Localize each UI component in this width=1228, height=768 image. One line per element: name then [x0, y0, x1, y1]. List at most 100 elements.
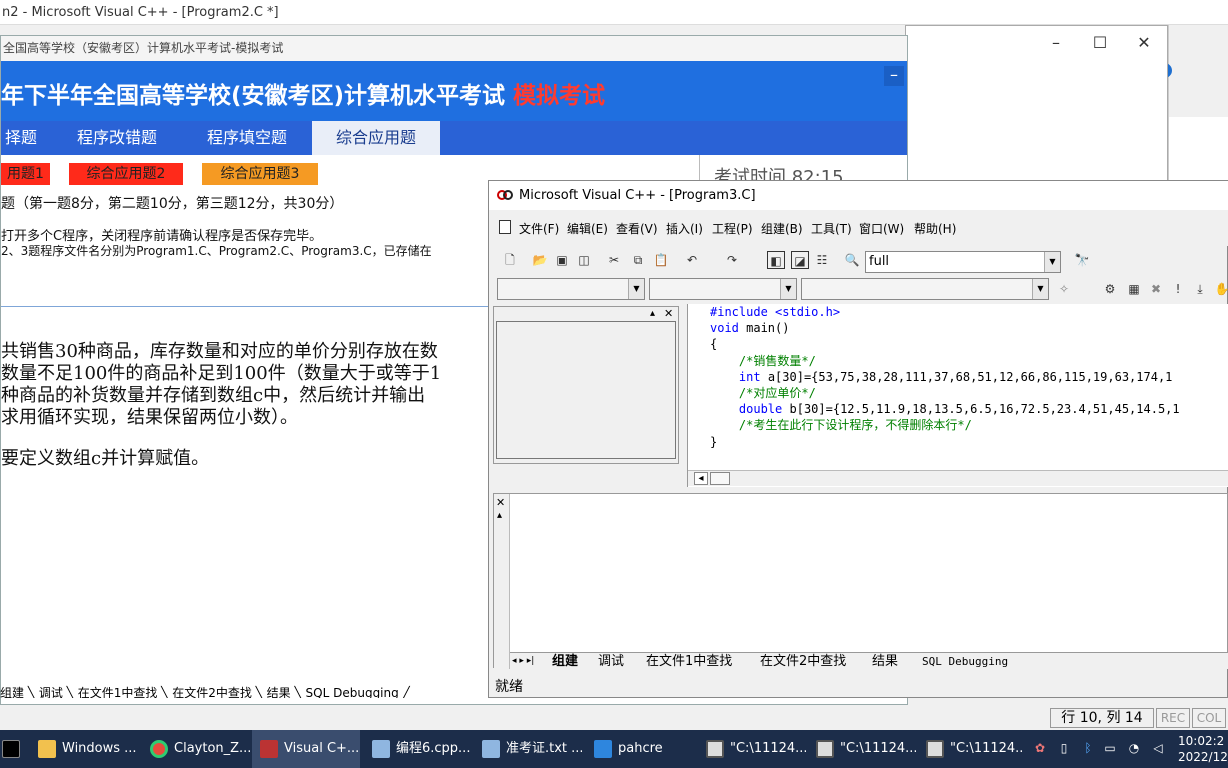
- code-line-6: /*对应单价*/: [710, 386, 816, 401]
- question-button-3[interactable]: 综合应用题3: [202, 163, 318, 185]
- output-tab-sql-debugging[interactable]: SQL Debugging: [922, 653, 1008, 670]
- window-list-icon[interactable]: ☷: [813, 251, 831, 269]
- undo-icon[interactable]: ↶: [683, 251, 701, 269]
- save-icon[interactable]: ▣: [553, 251, 571, 269]
- go-icon[interactable]: ⤓: [1191, 280, 1209, 298]
- code-line-7: double b[30]={12.5,11.9,18,13.5,6.5,16,7…: [710, 401, 1180, 417]
- class-combo[interactable]: ▼: [497, 278, 645, 300]
- chevron-down-icon[interactable]: ▼: [1044, 252, 1060, 272]
- menu-help[interactable]: 帮助(H): [914, 220, 956, 237]
- chevron-down-icon[interactable]: ▼: [628, 279, 644, 299]
- vc-toolbar-wizard: ▼ ▼ ▼ ✧ ⚙ ▦ ✖ ! ⤓ ✋: [489, 276, 1228, 304]
- output-pane[interactable]: ✕ ▴ ◂ ▸ ▸| 组建 调试 在文件1中查找 在文件2中查找 结果 SQL …: [493, 493, 1228, 670]
- stop-build-icon[interactable]: ✖: [1147, 280, 1165, 298]
- network-icon[interactable]: ◔: [1126, 740, 1142, 756]
- taskbar-item-cpp-file[interactable]: 编程6.cpp...: [364, 730, 472, 768]
- code-line-10: }: [710, 434, 718, 449]
- compile-icon[interactable]: ⚙: [1101, 280, 1119, 298]
- tab-program-fill[interactable]: 程序填空题: [191, 121, 303, 155]
- scroll-left-icon[interactable]: ◂: [694, 472, 708, 485]
- bluetooth-icon[interactable]: ᛒ: [1080, 740, 1096, 756]
- vc-window-title: Microsoft Visual C++ - [Program3.C]: [489, 181, 1228, 210]
- menu-tools[interactable]: 工具(T): [811, 220, 852, 237]
- question-text-line-4: 求用循环实现，结果保留两位小数）。: [1, 407, 298, 428]
- battery-icon[interactable]: ▭: [1102, 740, 1118, 756]
- member-combo[interactable]: ▼: [801, 278, 1049, 300]
- pane-scroll-up-icon[interactable]: ▴: [650, 308, 655, 319]
- tab-program-correction[interactable]: 程序改错题: [61, 121, 173, 155]
- exam-banner: 年下半年全国高等学校(安徽考区)计算机水平考试 模拟考试: [1, 61, 907, 121]
- workspace-tree[interactable]: [496, 321, 676, 459]
- config-combo[interactable]: full ▼: [865, 251, 1061, 273]
- paste-icon[interactable]: 📋: [652, 251, 670, 269]
- taskbar-item-explorer[interactable]: Windows ...: [30, 730, 138, 768]
- copy-icon[interactable]: ⧉: [629, 251, 647, 269]
- code-line-3: {: [710, 337, 718, 352]
- output-tab-build[interactable]: 组建: [552, 653, 578, 670]
- output-scroll-up-icon[interactable]: ▴: [497, 510, 502, 521]
- menu-file[interactable]: 文件(F): [519, 220, 559, 237]
- taskbar-label: 编程6.cpp...: [396, 741, 471, 756]
- code-text-span: b[30]={12.5,11.9,18,13.5,6.5,16,72.5,23.…: [782, 402, 1180, 417]
- menu-doc-icon: [499, 220, 511, 234]
- volume-icon[interactable]: ◁: [1150, 740, 1166, 756]
- minimize-icon[interactable]: –: [1046, 34, 1066, 52]
- exam-minimize-button[interactable]: –: [884, 66, 904, 86]
- taskbar-clock[interactable]: 10:02:2 2022/12/: [1178, 730, 1228, 768]
- menu-view[interactable]: 查看(V): [616, 220, 658, 237]
- build-icon[interactable]: ▦: [1125, 280, 1143, 298]
- filter-combo[interactable]: ▼: [649, 278, 797, 300]
- output-tab-find1[interactable]: 在文件1中查找: [646, 653, 732, 670]
- taskbar-cmd[interactable]: [0, 730, 22, 768]
- question-button-1[interactable]: 用题1: [1, 163, 50, 185]
- find-icon[interactable]: 🔭: [1073, 251, 1091, 269]
- taskbar-label: Visual C+...: [284, 741, 360, 756]
- code-editor[interactable]: #include <stdio.h> void main(){ /*销售数量*/ …: [687, 304, 1228, 487]
- taskbar-label: pahcre: [618, 741, 663, 756]
- pane-close-icon[interactable]: ✕: [664, 307, 673, 320]
- code-text[interactable]: #include <stdio.h> void main(){ /*销售数量*/ …: [710, 304, 1180, 450]
- find-in-files-icon[interactable]: 🔍: [843, 251, 861, 269]
- menu-window[interactable]: 窗口(W): [859, 220, 904, 237]
- taskbar-item-pahcre[interactable]: pahcre: [586, 730, 694, 768]
- menu-insert[interactable]: 插入(I): [666, 220, 703, 237]
- chevron-down-icon[interactable]: ▼: [780, 279, 796, 299]
- notice-line-2: 2、3题程序文件名分别为Program1.C、Program2.C、Progra…: [1, 244, 432, 258]
- editor-horizontal-scrollbar[interactable]: ◂: [688, 470, 1228, 486]
- redo-icon[interactable]: ↷: [723, 251, 741, 269]
- breakpoint-icon[interactable]: ✋: [1213, 280, 1228, 298]
- tray-app-icon[interactable]: ✿: [1032, 740, 1048, 756]
- taskbar-item-visual-cpp[interactable]: Visual C+...: [252, 730, 360, 768]
- new-file-icon[interactable]: 🗋: [501, 251, 519, 269]
- taskbar-item-txt-file[interactable]: 准考证.txt ...: [474, 730, 582, 768]
- workspace-icon[interactable]: ◧: [767, 251, 785, 269]
- question-button-2[interactable]: 综合应用题2: [69, 163, 183, 185]
- output-tab-results[interactable]: 结果: [872, 653, 898, 670]
- taskbar-item-console-3[interactable]: "C:\11124...: [918, 730, 1024, 768]
- output-tab-debug[interactable]: 调试: [598, 653, 624, 670]
- menu-project[interactable]: 工程(P): [712, 220, 753, 237]
- output-close-icon[interactable]: ✕: [496, 496, 505, 509]
- open-folder-icon[interactable]: 📂: [531, 251, 549, 269]
- chevron-down-icon[interactable]: ▼: [1032, 279, 1048, 299]
- menu-edit[interactable]: 编辑(E): [567, 220, 608, 237]
- menu-build[interactable]: 组建(B): [761, 220, 803, 237]
- output-tab-find2[interactable]: 在文件2中查找: [760, 653, 846, 670]
- tray-usb-icon[interactable]: ▯: [1056, 740, 1072, 756]
- wizard-icon[interactable]: ✧: [1055, 280, 1073, 298]
- save-all-icon[interactable]: ◫: [575, 251, 593, 269]
- tab-comprehensive[interactable]: 综合应用题: [312, 121, 440, 155]
- taskbar-item-console-1[interactable]: "C:\11124...: [698, 730, 806, 768]
- notepad-icon: [372, 739, 390, 758]
- execute-icon[interactable]: !: [1169, 280, 1187, 298]
- cut-icon[interactable]: ✂: [605, 251, 623, 269]
- scroll-thumb[interactable]: [710, 472, 730, 485]
- output-window-icon[interactable]: ◪: [791, 251, 809, 269]
- maximize-icon[interactable]: ☐: [1090, 34, 1110, 52]
- tab-multiple-choice[interactable]: 择题: [1, 121, 41, 155]
- taskbar-item-chrome[interactable]: Clayton_Z...: [142, 730, 250, 768]
- output-nav-arrows[interactable]: ◂ ▸ ▸|: [512, 653, 534, 670]
- close-icon[interactable]: ✕: [1134, 34, 1154, 52]
- taskbar-item-console-2[interactable]: "C:\11124...: [808, 730, 916, 768]
- visual-cpp-icon: [260, 739, 278, 758]
